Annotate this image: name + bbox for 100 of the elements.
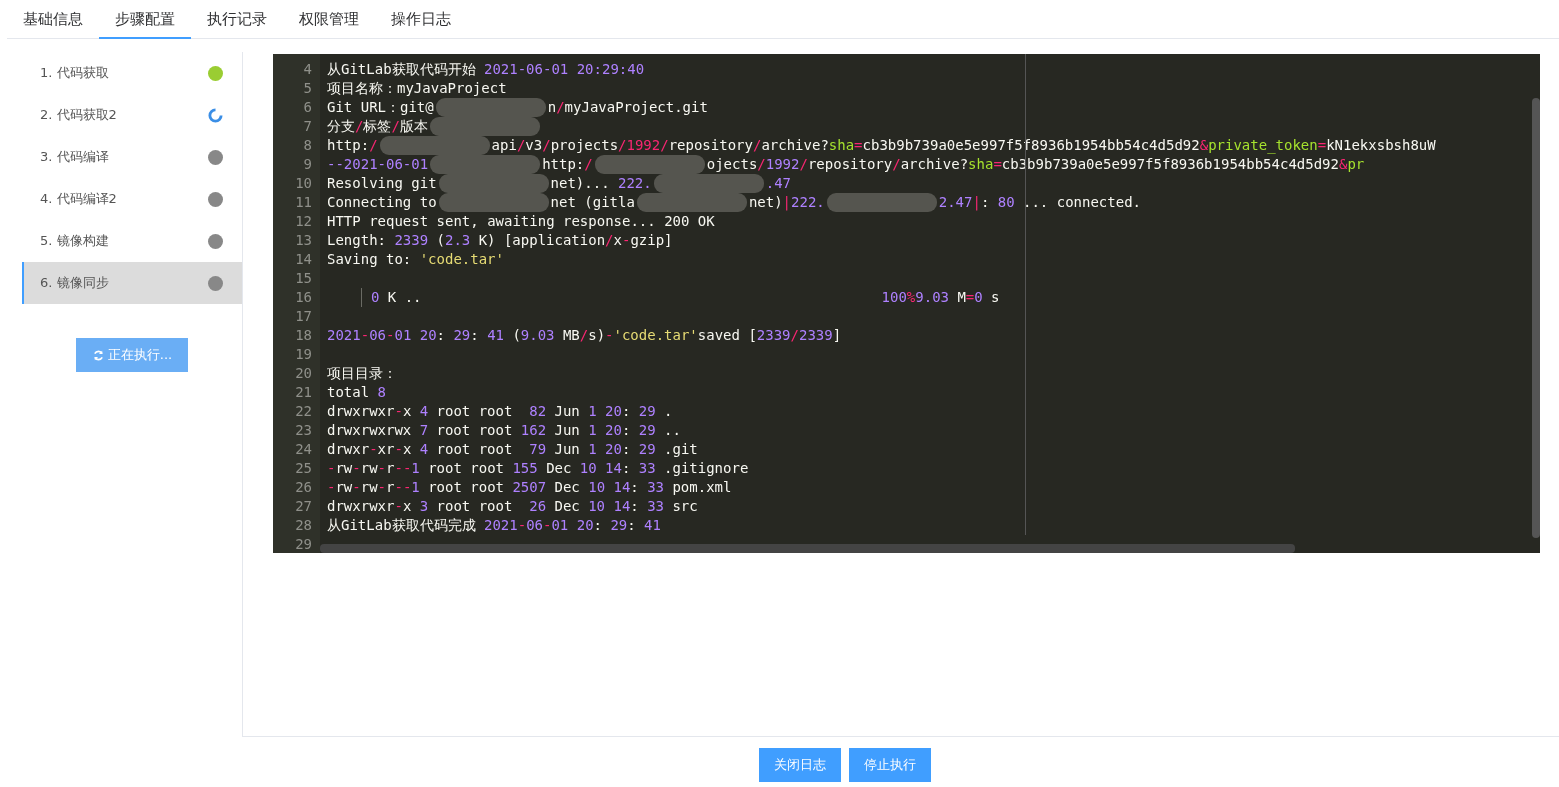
log-text: . <box>664 402 673 421</box>
step-item[interactable]: 4. 代码编译2 <box>22 178 242 220</box>
tab[interactable]: 步骤配置 <box>99 0 191 39</box>
log-text: net (gitla <box>550 193 635 212</box>
horizontal-scrollbar[interactable] <box>320 544 1295 553</box>
log-text: kN1ekxsbsh8uW <box>1326 136 1436 155</box>
log-text: 分支 <box>327 117 355 136</box>
log-text: K) [application <box>478 231 606 250</box>
tab[interactable]: 执行记录 <box>191 0 283 39</box>
step-item[interactable]: 6. 镜像同步 <box>22 262 242 304</box>
log-text: rw <box>360 478 378 497</box>
log-text: MB <box>562 326 580 345</box>
log-text: 0 <box>371 288 380 307</box>
log-text: s) <box>588 326 606 345</box>
vertical-scrollbar[interactable] <box>1532 98 1540 538</box>
log-text: 从GitLab获取代码开始 <box>327 60 476 79</box>
tab[interactable]: 操作日志 <box>375 0 467 39</box>
log-text: repository <box>807 155 893 174</box>
log-text: 162 <box>519 421 547 440</box>
log-text: 2339 <box>799 326 833 345</box>
log-text: 2021 <box>483 516 518 535</box>
log-text: = <box>854 136 863 155</box>
log-text: / <box>892 155 901 174</box>
log-text: 10 14 <box>579 459 622 478</box>
log-text: cb3b9b739a0e5e997f5f8936b1954bb54c4d5d92 <box>862 136 1200 155</box>
log-text: - <box>386 326 395 345</box>
log-text: / <box>542 136 551 155</box>
line-number: 21 <box>294 383 313 402</box>
log-text: - <box>369 440 378 459</box>
log-text: : <box>621 421 631 440</box>
log-text: Jun <box>554 440 580 459</box>
log-text: total <box>327 383 370 402</box>
line-number: 8 <box>302 136 313 155</box>
line-number: 29 <box>294 535 313 553</box>
step-item[interactable]: 2. 代码获取2 <box>22 94 242 136</box>
log-text: root root <box>428 459 504 478</box>
log-text: - <box>621 231 631 250</box>
log-text: 29 <box>610 516 628 535</box>
log-text: - <box>543 516 552 535</box>
log-text: gzip] <box>630 231 673 250</box>
log-text: archive? <box>761 136 829 155</box>
log-text: 26 <box>528 497 547 516</box>
log-text: ( <box>512 326 521 345</box>
log-text: 项目目录： <box>327 364 397 383</box>
tab[interactable]: 权限管理 <box>283 0 375 39</box>
log-text: x <box>613 231 622 250</box>
step-item[interactable]: 5. 镜像构建 <box>22 220 242 262</box>
log-text: = <box>1317 136 1327 153</box>
log-text: - <box>352 459 361 478</box>
log-text: x <box>402 402 412 421</box>
log-text: 222. <box>618 174 652 193</box>
log-text: 06 <box>526 516 543 535</box>
log-text: / <box>579 326 589 345</box>
line-number: 14 <box>294 250 313 269</box>
log-text: r <box>386 478 395 497</box>
log-text: 4 <box>419 402 429 421</box>
log-text: 2021 <box>327 326 361 345</box>
log-text: Length: <box>327 231 386 250</box>
log-text: cb3b9b739a0e5e997f5f8936b1954bb54c4d5d92 <box>1001 155 1339 174</box>
log-text: -- <box>394 459 412 478</box>
line-number: 28 <box>294 516 313 535</box>
log-text: : <box>436 326 446 345</box>
log-text: : <box>621 402 631 421</box>
log-text: : <box>621 459 631 478</box>
log-text: sha <box>968 155 994 174</box>
log-text: 2.47 <box>938 193 973 212</box>
log-text: v3 <box>525 136 543 155</box>
line-number: 11 <box>294 193 313 212</box>
tab[interactable]: 基础信息 <box>7 0 99 39</box>
line-number: 17 <box>294 307 313 326</box>
log-text: & <box>1199 136 1209 153</box>
log-text: 100 <box>881 288 907 307</box>
log-text: : <box>470 326 479 345</box>
log-text: / <box>605 231 614 250</box>
log-text: root root <box>428 478 504 497</box>
log-text: 222. <box>791 193 825 212</box>
log-text: 01 20 <box>394 326 437 345</box>
log-text: / <box>752 136 762 155</box>
log-text: - <box>394 402 403 421</box>
log-text: / <box>790 326 799 345</box>
step-item[interactable]: 3. 代码编译 <box>22 136 242 178</box>
step-item[interactable]: 1. 代码获取 <box>22 52 242 94</box>
log-text: root root <box>436 402 513 421</box>
log-text: .git <box>664 440 698 459</box>
log-text: drwxrwxrwx <box>327 421 412 440</box>
log-text: HTTP request sent, awaiting response... 200 OK <box>327 212 715 231</box>
line-number: 22 <box>294 402 313 421</box>
log-text: 从GitLab获取代码完成 <box>327 516 476 535</box>
log-text: & <box>1339 155 1348 174</box>
log-text: - <box>327 459 336 478</box>
log-text: .47 <box>765 174 791 193</box>
log-text: rw <box>335 459 353 478</box>
log-text: : <box>627 516 636 535</box>
log-text: Dec <box>546 459 572 478</box>
log-text: 01 20 <box>551 516 594 535</box>
log-text: net) <box>748 193 783 212</box>
log-text: drwxr <box>327 440 370 459</box>
line-number: 26 <box>294 478 313 497</box>
log-text: xr <box>377 440 395 459</box>
line-number: 18 <box>294 326 313 345</box>
